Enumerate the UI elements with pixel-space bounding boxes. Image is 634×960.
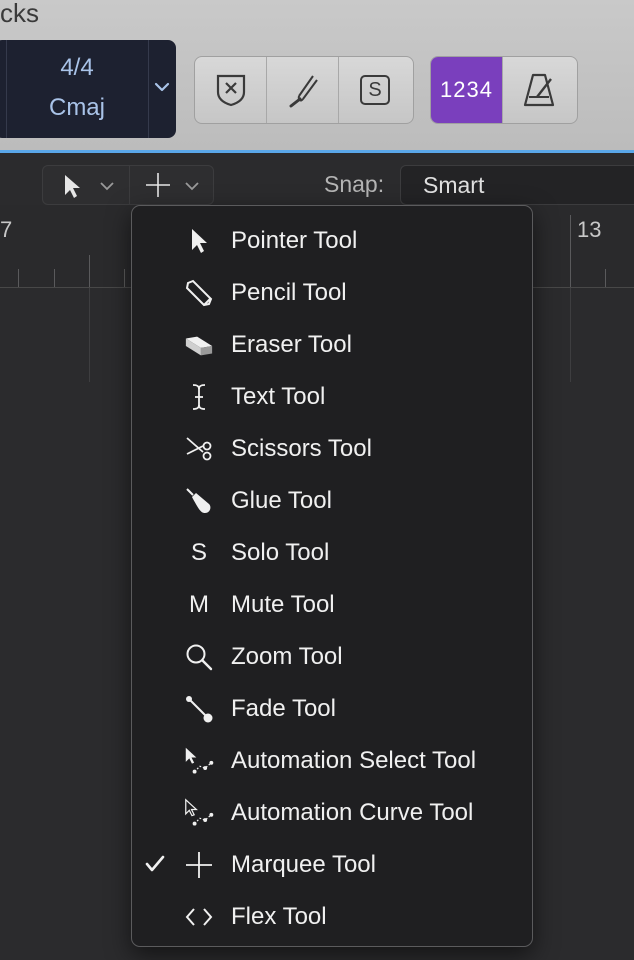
eraser-icon bbox=[184, 330, 214, 360]
metronome-button[interactable] bbox=[503, 57, 575, 123]
automation-select-icon bbox=[184, 746, 214, 776]
solo-button[interactable]: S bbox=[339, 57, 411, 123]
menu-item-automation-curve-tool[interactable]: Automation Curve Tool bbox=[132, 786, 532, 838]
flex-icon bbox=[184, 902, 214, 932]
count-in-label: 1234 bbox=[440, 77, 493, 102]
text-cursor-icon bbox=[184, 382, 214, 412]
ruler-tick bbox=[605, 269, 606, 287]
menu-item-label: Glue Tool bbox=[231, 487, 332, 514]
ruler-tick bbox=[18, 269, 19, 287]
ruler-tick bbox=[89, 255, 90, 287]
menu-item-label: Fade Tool bbox=[231, 695, 336, 722]
tool-menu: Pointer Tool Pencil Tool Eraser Tool Tex… bbox=[131, 205, 533, 947]
menu-item-scissors-tool[interactable]: Scissors Tool bbox=[132, 422, 532, 474]
command-click-tool-button[interactable] bbox=[130, 166, 214, 204]
tracks-toolbar: Snap: Smart bbox=[0, 153, 634, 205]
menu-item-label: Solo Tool bbox=[231, 539, 330, 566]
ruler-tick bbox=[570, 215, 571, 287]
menu-item-label: Automation Select Tool bbox=[231, 747, 477, 774]
pencil-icon bbox=[184, 278, 214, 308]
pointer-icon bbox=[184, 226, 214, 256]
count-in-button[interactable]: 1234 bbox=[431, 57, 503, 123]
menu-item-label: Text Tool bbox=[231, 383, 326, 410]
magnifier-icon bbox=[184, 642, 214, 672]
key-signature[interactable]: Cmaj bbox=[6, 94, 148, 122]
menu-item-automation-select-tool[interactable]: Automation Select Tool bbox=[132, 734, 532, 786]
menu-item-label: Pointer Tool bbox=[231, 227, 358, 254]
control-bar: cks 4/4 Cmaj S 1234 bbox=[0, 0, 634, 153]
solo-icon: S bbox=[184, 538, 214, 568]
snap-select[interactable]: Smart bbox=[400, 165, 634, 205]
bar-gridline bbox=[570, 288, 571, 382]
ruler-bar-number: 13 bbox=[577, 217, 602, 242]
menu-item-label: Marquee Tool bbox=[231, 851, 376, 878]
lcd-display[interactable]: 4/4 Cmaj bbox=[0, 40, 176, 138]
scissors-icon bbox=[184, 434, 214, 464]
menu-item-flex-tool[interactable]: Flex Tool bbox=[132, 890, 532, 942]
count-in-metronome-buttons: 1234 bbox=[430, 56, 578, 124]
mute-glyph: M bbox=[189, 591, 209, 618]
menu-item-marquee-tool[interactable]: Marquee Tool bbox=[132, 838, 532, 890]
pointer-icon bbox=[65, 175, 80, 198]
solo-square-icon: S bbox=[360, 75, 390, 105]
solo-glyph: S bbox=[190, 539, 207, 566]
tool-picker bbox=[42, 165, 214, 205]
edit-mode-buttons: S bbox=[194, 56, 414, 124]
metronome-icon bbox=[523, 73, 555, 107]
menu-item-label: Flex Tool bbox=[231, 903, 327, 930]
glue-icon bbox=[184, 486, 214, 516]
tuning-fork-icon bbox=[289, 75, 318, 108]
ruler-tick bbox=[124, 269, 125, 287]
menu-item-text-tool[interactable]: Text Tool bbox=[132, 370, 532, 422]
menu-item-pointer-tool[interactable]: Pointer Tool bbox=[132, 214, 532, 266]
solo-button-label: S bbox=[368, 78, 382, 101]
menu-item-solo-tool[interactable]: S Solo Tool bbox=[132, 526, 532, 578]
menu-item-label: Eraser Tool bbox=[231, 331, 352, 358]
menu-item-zoom-tool[interactable]: Zoom Tool bbox=[132, 630, 532, 682]
ruler-bar-number: 7 bbox=[0, 217, 13, 242]
ruler-tick bbox=[54, 269, 55, 287]
bar-gridline bbox=[89, 288, 90, 382]
checkmark-icon bbox=[145, 855, 165, 872]
menu-item-mute-tool[interactable]: M Mute Tool bbox=[132, 578, 532, 630]
chevron-down-icon bbox=[100, 182, 114, 191]
menu-item-glue-tool[interactable]: Glue Tool bbox=[132, 474, 532, 526]
menu-item-label: Automation Curve Tool bbox=[231, 799, 474, 826]
menu-item-label: Mute Tool bbox=[231, 591, 335, 618]
crosshair-icon bbox=[184, 850, 214, 880]
window-title-fragment: cks bbox=[0, 0, 39, 28]
fade-icon bbox=[184, 694, 214, 724]
menu-item-label: Pencil Tool bbox=[231, 279, 347, 306]
chevron-down-icon[interactable] bbox=[152, 76, 172, 100]
mute-icon: M bbox=[184, 590, 214, 620]
chevron-down-icon bbox=[185, 182, 199, 191]
crosshair-icon bbox=[146, 173, 170, 197]
snap-label: Snap: bbox=[324, 171, 385, 197]
menu-item-label: Zoom Tool bbox=[231, 643, 343, 670]
menu-item-fade-tool[interactable]: Fade Tool bbox=[132, 682, 532, 734]
menu-item-label: Scissors Tool bbox=[231, 435, 372, 462]
time-signature[interactable]: 4/4 bbox=[6, 54, 148, 82]
menu-item-pencil-tool[interactable]: Pencil Tool bbox=[132, 266, 532, 318]
left-click-tool-button[interactable] bbox=[43, 166, 129, 204]
lcd-divider bbox=[148, 40, 149, 138]
tuner-button[interactable] bbox=[267, 57, 339, 123]
automation-curve-icon bbox=[184, 798, 214, 828]
menu-item-eraser-tool[interactable]: Eraser Tool bbox=[132, 318, 532, 370]
snap-value: Smart bbox=[423, 172, 485, 198]
shield-x-icon bbox=[216, 74, 245, 107]
replace-mode-button[interactable] bbox=[195, 57, 267, 123]
